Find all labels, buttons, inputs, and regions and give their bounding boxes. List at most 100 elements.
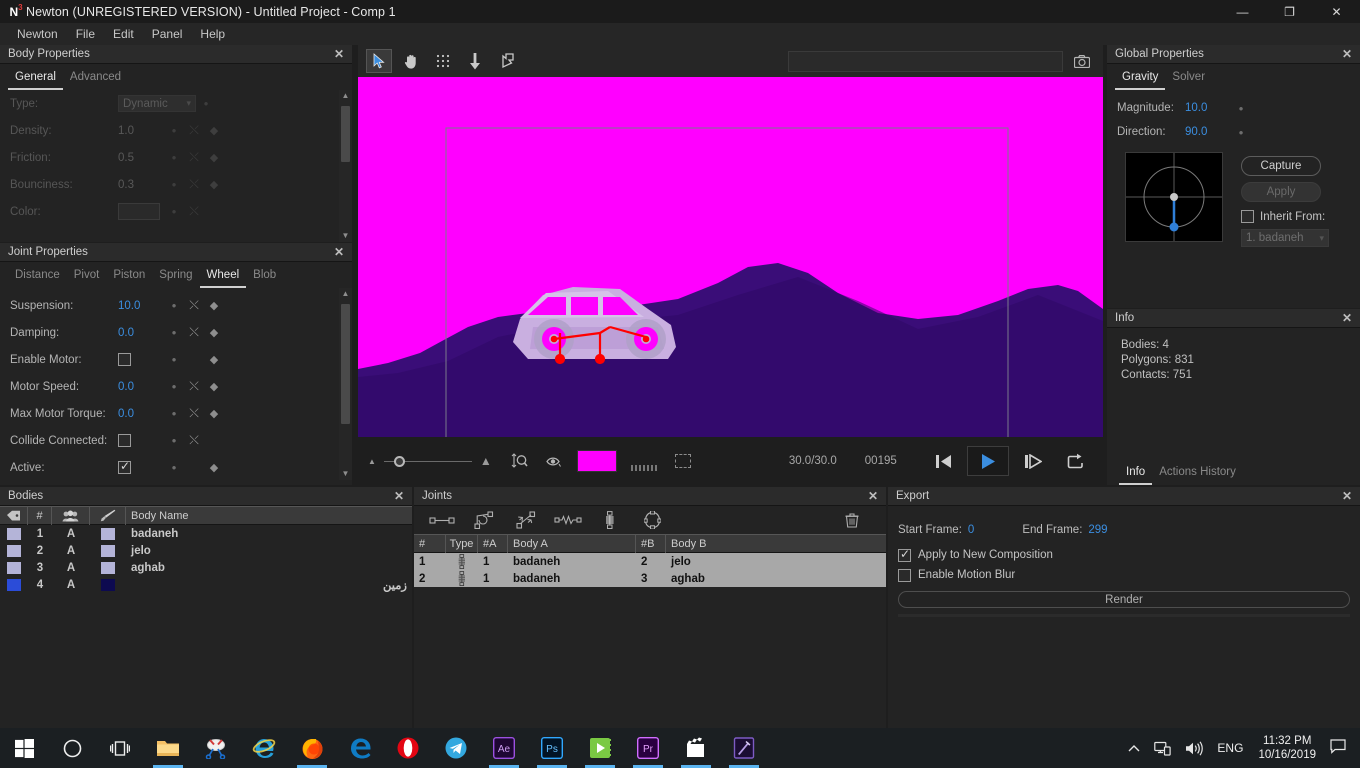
zoom-fit-icon[interactable] bbox=[511, 453, 528, 469]
scroll-up-arrow[interactable]: ▲ bbox=[342, 90, 350, 102]
damping-randomize-icon[interactable]: ⤬ bbox=[184, 325, 204, 340]
joints-col-body-b[interactable]: Body B bbox=[666, 534, 886, 553]
tab-spring[interactable]: Spring bbox=[152, 266, 199, 288]
suspension-keyframe-dot[interactable]: • bbox=[164, 299, 184, 312]
cortana-search-button[interactable] bbox=[48, 728, 96, 768]
motor-speed-diamond-icon[interactable]: ◆ bbox=[204, 380, 224, 393]
internet-explorer-icon[interactable] bbox=[240, 728, 288, 768]
enable-motor-checkbox[interactable] bbox=[118, 353, 131, 366]
joints-col-b-number[interactable]: #B bbox=[636, 534, 666, 553]
movie-maker-icon[interactable] bbox=[672, 728, 720, 768]
max-motor-torque-randomize-icon[interactable]: ⤬ bbox=[184, 406, 204, 421]
suspension-randomize-icon[interactable]: ⤬ bbox=[184, 298, 204, 313]
friction-keyframe-dot[interactable]: • bbox=[164, 151, 184, 164]
table-row[interactable]: 1 A badaneh bbox=[0, 525, 412, 542]
zoom-in-icon[interactable]: ▲ bbox=[480, 454, 492, 468]
damping-value[interactable]: 0.0 bbox=[118, 327, 164, 339]
after-effects-icon[interactable]: Ae bbox=[480, 728, 528, 768]
density-value[interactable]: 1.0 bbox=[118, 125, 164, 137]
piston-joint-icon[interactable] bbox=[508, 509, 544, 531]
damping-diamond-icon[interactable]: ◆ bbox=[204, 326, 224, 339]
joint-scroll-down-arrow[interactable]: ▼ bbox=[342, 468, 350, 480]
select-tool-icon[interactable] bbox=[366, 49, 392, 73]
menu-help[interactable]: Help bbox=[191, 24, 234, 44]
motor-speed-randomize-icon[interactable]: ⤬ bbox=[184, 379, 204, 394]
enable-motor-keyframe-dot[interactable]: • bbox=[164, 353, 184, 366]
body-visibility-swatch[interactable] bbox=[7, 544, 21, 557]
max-motor-torque-diamond-icon[interactable]: ◆ bbox=[204, 407, 224, 420]
tab-wheel[interactable]: Wheel bbox=[199, 266, 247, 288]
joint-properties-scrollbar[interactable]: ▲ ▼ bbox=[339, 288, 352, 480]
background-color-swatch[interactable] bbox=[576, 450, 617, 472]
tab-info[interactable]: Info bbox=[1119, 463, 1153, 485]
tab-gravity[interactable]: Gravity bbox=[1115, 68, 1166, 90]
damping-keyframe-dot[interactable]: • bbox=[164, 326, 184, 339]
body-color-swatch[interactable] bbox=[101, 544, 115, 557]
menu-file[interactable]: File bbox=[67, 24, 104, 44]
bounciness-diamond-icon[interactable]: ◆ bbox=[204, 178, 224, 191]
color-randomize-icon[interactable]: ⤬ bbox=[184, 204, 204, 219]
firefox-icon[interactable] bbox=[288, 728, 336, 768]
motion-blur-checkbox[interactable] bbox=[898, 568, 911, 582]
active-keyframe-dot[interactable]: • bbox=[164, 461, 184, 474]
action-center-icon[interactable] bbox=[1324, 738, 1356, 758]
info-panel-close-icon[interactable]: ✕ bbox=[1340, 312, 1354, 324]
edge-icon[interactable] bbox=[336, 728, 384, 768]
max-motor-torque-keyframe-dot[interactable]: • bbox=[164, 407, 184, 420]
motor-speed-keyframe-dot[interactable]: • bbox=[164, 380, 184, 393]
table-row[interactable]: 4 A زمین bbox=[0, 576, 412, 593]
zoom-slider-knob[interactable] bbox=[393, 455, 405, 467]
body-properties-close-icon[interactable]: ✕ bbox=[332, 48, 346, 60]
table-row[interactable]: 2 A jelo bbox=[0, 542, 412, 559]
tray-chevron-icon[interactable] bbox=[1121, 744, 1147, 753]
suspension-value[interactable]: 10.0 bbox=[118, 300, 164, 312]
scroll-down-arrow[interactable]: ▼ bbox=[342, 230, 350, 242]
volume-icon[interactable] bbox=[1178, 740, 1210, 756]
premiere-pro-icon[interactable]: Pr bbox=[624, 728, 672, 768]
apply-new-composition-checkbox[interactable] bbox=[898, 547, 911, 562]
bodies-col-brush-icon[interactable] bbox=[90, 506, 126, 525]
bodies-col-number[interactable]: # bbox=[28, 506, 52, 525]
step-forward-button[interactable] bbox=[1015, 447, 1051, 475]
minimize-button[interactable]: — bbox=[1219, 0, 1266, 23]
joint-scroll-thumb[interactable] bbox=[341, 304, 350, 424]
tab-piston[interactable]: Piston bbox=[106, 266, 152, 288]
newton-icon[interactable] bbox=[720, 728, 768, 768]
visibility-icon[interactable] bbox=[546, 455, 562, 468]
magnitude-keyframe-dot[interactable]: • bbox=[1231, 102, 1251, 115]
enable-motor-diamond-icon[interactable]: ◆ bbox=[204, 353, 224, 366]
grid-tool-icon[interactable] bbox=[430, 49, 456, 73]
global-properties-close-icon[interactable]: ✕ bbox=[1340, 48, 1354, 60]
task-view-button[interactable] bbox=[96, 728, 144, 768]
table-row[interactable]: 3 A aghab bbox=[0, 559, 412, 576]
body-visibility-swatch[interactable] bbox=[7, 561, 21, 574]
marquee-box-icon[interactable] bbox=[674, 454, 691, 468]
spring-joint-icon[interactable] bbox=[550, 509, 586, 531]
play-button[interactable] bbox=[967, 446, 1009, 476]
tab-blob[interactable]: Blob bbox=[246, 266, 283, 288]
bounciness-randomize-icon[interactable]: ⤬ bbox=[184, 177, 204, 192]
camtasia-icon[interactable] bbox=[576, 728, 624, 768]
collide-connected-randomize-icon[interactable]: ⤬ bbox=[184, 433, 204, 448]
body-color-swatch[interactable] bbox=[101, 578, 115, 591]
tab-advanced[interactable]: Advanced bbox=[63, 68, 128, 90]
magnitude-value[interactable]: 10.0 bbox=[1185, 102, 1231, 114]
body-properties-scrollbar[interactable]: ▲ ▼ bbox=[339, 90, 352, 242]
bodies-col-name[interactable]: Body Name bbox=[126, 506, 412, 525]
zoom-out-icon[interactable]: ▲ bbox=[368, 457, 376, 466]
clock[interactable]: 11:32 PM 10/16/2019 bbox=[1250, 734, 1324, 762]
wheel-joint-icon[interactable] bbox=[592, 509, 628, 531]
loop-button[interactable] bbox=[1057, 447, 1093, 475]
friction-randomize-icon[interactable]: ⤬ bbox=[184, 150, 204, 165]
bodies-col-tag-icon[interactable] bbox=[0, 506, 28, 525]
scroll-track[interactable] bbox=[339, 102, 352, 230]
delete-joint-icon[interactable] bbox=[834, 509, 870, 531]
network-icon[interactable] bbox=[1147, 741, 1178, 756]
tab-general[interactable]: General bbox=[8, 68, 63, 90]
density-keyframe-dot[interactable]: • bbox=[164, 124, 184, 137]
menu-newton[interactable]: Newton bbox=[8, 24, 67, 44]
distance-joint-icon[interactable] bbox=[424, 509, 460, 531]
capture-button[interactable]: Capture bbox=[1241, 156, 1321, 176]
maximize-button[interactable]: ❐ bbox=[1266, 0, 1313, 23]
joints-col-body-a[interactable]: Body A bbox=[508, 534, 636, 553]
